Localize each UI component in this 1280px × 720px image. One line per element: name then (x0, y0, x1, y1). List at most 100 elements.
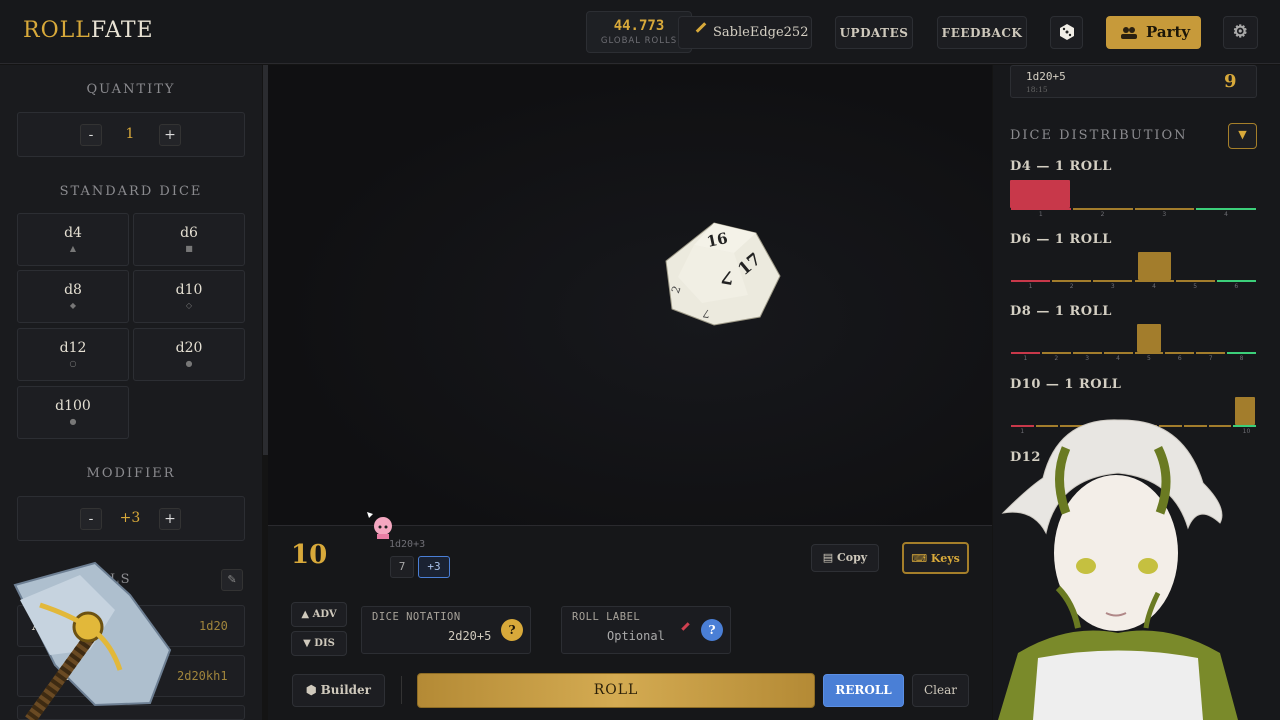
roll-total: 10 (291, 540, 328, 570)
gear-icon: ⚙ (1232, 22, 1249, 42)
circle-outline-icon: ○ (69, 359, 77, 368)
dice-icon-button[interactable] (1050, 16, 1083, 49)
label-help-button[interactable]: ? (701, 619, 723, 641)
modifier-chip: +3 (418, 556, 450, 578)
die-label: d4 (64, 225, 82, 241)
die-d4-button[interactable]: d4 ▲ (17, 213, 129, 266)
distribution-tick-label: 6 (1234, 283, 1239, 290)
distribution-baseline (1134, 352, 1164, 354)
quantity-plus-button[interactable]: + (159, 124, 181, 146)
logo[interactable]: ROLLFATE (23, 18, 154, 43)
die-d100-button[interactable]: d100 ● (17, 386, 129, 439)
distribution-baseline (1134, 208, 1195, 210)
hammer-mascot-image (13, 561, 172, 720)
die-d8-button[interactable]: d8 ◆ (17, 270, 129, 323)
distribution-baseline (1165, 352, 1195, 354)
distribution-tick-label: 10 (1242, 428, 1251, 435)
distribution-tick-label: 7 (1208, 355, 1213, 362)
top-bar: ROLLFATE 44.773 GLOBAL ROLLS SableEdge25… (0, 0, 1280, 64)
disadvantage-button[interactable]: ▼ DIS (291, 631, 347, 656)
die-d12-button[interactable]: d12 ○ (17, 328, 129, 381)
roll-button[interactable]: ROLL (417, 673, 815, 708)
distribution-tick-label: 3 (1162, 211, 1167, 218)
circle-icon: ● (69, 417, 77, 426)
die-d20-button[interactable]: d20 ● (133, 328, 245, 381)
copy-button[interactable]: ▤ Copy (811, 544, 879, 572)
party-button[interactable]: Party (1106, 16, 1201, 49)
die-label: d6 (180, 225, 198, 241)
dice-notation-label: DICE NOTATION (372, 611, 461, 623)
distribution-baseline (1011, 280, 1051, 282)
dice-stage[interactable] (268, 65, 992, 525)
distribution-tick-label: 1 (1028, 283, 1033, 290)
square-icon: ■ (185, 244, 193, 253)
advantage-button[interactable]: ▲ ADV (291, 602, 347, 627)
dice-notation-value: 2d20+5 (448, 629, 492, 643)
distribution-tick-label: 4 (1152, 283, 1156, 290)
distribution-tick-label: 6 (1177, 355, 1182, 362)
settings-button[interactable]: ⚙ (1223, 16, 1258, 49)
distribution-baseline (1134, 280, 1174, 282)
history-time: 18:15 (1026, 85, 1048, 94)
die-label: d12 (59, 340, 87, 356)
disadvantage-label: DIS (314, 638, 335, 649)
party-label: Party (1146, 23, 1191, 41)
distribution-baseline (1227, 352, 1256, 354)
distribution-tick-label: 1 (1023, 355, 1028, 362)
distribution-tick-label: 2 (1069, 283, 1074, 290)
distribution-baseline (1052, 280, 1092, 282)
edit-icon[interactable]: ✎ (221, 569, 243, 591)
copy-label: Copy (837, 551, 868, 564)
distribution-tick-label: 2 (1054, 355, 1059, 362)
die-d10-button[interactable]: d10 ◇ (133, 270, 245, 323)
distribution-tick-label: 8 (1239, 355, 1244, 362)
saved-roll-notation: 2d20kh1 (177, 669, 228, 683)
die-label: d8 (64, 282, 82, 298)
distribution-tick-label: 1 (1038, 211, 1043, 218)
die-d6-button[interactable]: d6 ■ (133, 213, 245, 266)
distribution-tick-label: 4 (1224, 211, 1228, 218)
distribution-tick-label: 3 (1110, 283, 1115, 290)
builder-button[interactable]: ⬢ Builder (292, 674, 385, 707)
divider (401, 676, 402, 704)
d20-die: 16 17 7 2 7 (665, 222, 781, 326)
clipboard-icon: ▤ (822, 551, 838, 564)
chevron-down-icon: ▼ (1238, 128, 1247, 141)
notation-help-button[interactable]: ? (501, 619, 523, 641)
quantity-value: 1 (125, 126, 135, 142)
circle-icon: ● (185, 359, 193, 368)
keys-button[interactable]: ⌨ Keys (902, 542, 969, 574)
triangle-up-icon: ▲ (301, 609, 313, 620)
distribution-baseline (1093, 280, 1133, 282)
updates-button[interactable]: UPDATES (835, 16, 913, 49)
quantity-minus-button[interactable]: - (80, 124, 102, 146)
modifier-plus-button[interactable]: + (159, 508, 181, 530)
history-result: 9 (1224, 71, 1237, 92)
feedback-button[interactable]: FEEDBACK (937, 16, 1027, 49)
distribution-toggle[interactable]: ▼ (1228, 123, 1257, 149)
distribution-baseline (1196, 352, 1226, 354)
modifier-title: MODIFIER (86, 466, 176, 481)
cube-icon: ⬢ (306, 683, 321, 697)
character-mascot-image (998, 419, 1238, 720)
distribution-tick-label: 4 (1116, 355, 1120, 362)
reroll-button[interactable]: REROLL (823, 674, 904, 707)
dist-d4-title: D4 — 1 ROLL (1010, 159, 1112, 174)
distribution-tick-label: 2 (1100, 211, 1105, 218)
distribution-baseline (1041, 352, 1071, 354)
mascot-sprite (367, 512, 392, 539)
modifier-minus-button[interactable]: - (80, 508, 102, 530)
username: SableEdge252 (713, 25, 809, 40)
distribution-baseline (1175, 280, 1215, 282)
distribution-baseline (1072, 208, 1133, 210)
standard-dice-title: STANDARD DICE (59, 184, 203, 199)
distribution-bar (1136, 324, 1162, 352)
dist-d8-title: D8 — 1 ROLL (1010, 304, 1112, 319)
distribution-baseline (1011, 352, 1040, 354)
clear-button[interactable]: Clear (912, 674, 969, 707)
triangle-down-icon: ▼ (303, 638, 315, 649)
roll-label-input[interactable]: Optional (607, 629, 665, 643)
distribution-tick-label: 5 (1193, 283, 1198, 290)
history-notation: 1d20+5 (1026, 70, 1066, 83)
saved-roll-notation: 1d20 (199, 619, 228, 633)
